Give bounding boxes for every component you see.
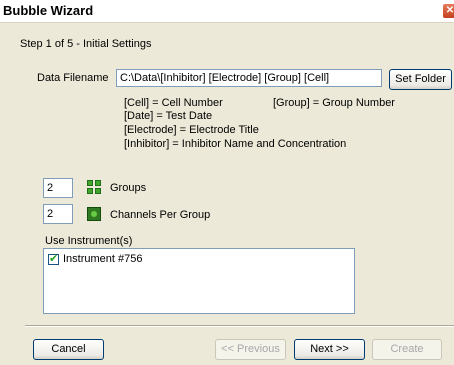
data-filename-label: Data Filename — [37, 72, 109, 84]
legend-cell: [Cell] = Cell Number — [124, 97, 223, 109]
title-bar: Bubble Wizard ✕ — [0, 0, 454, 23]
previous-button[interactable]: << Previous — [215, 339, 286, 360]
legend-electrode: [Electrode] = Electrode Title — [124, 124, 259, 136]
step-indicator: Step 1 of 5 - Initial Settings — [20, 38, 152, 50]
legend-group: [Group] = Group Number — [273, 97, 395, 109]
groups-grid-icon — [87, 180, 101, 194]
channels-per-group-label: Channels Per Group — [110, 209, 211, 221]
channel-icon — [87, 207, 101, 221]
instrument-list[interactable]: Instrument #756 — [43, 248, 355, 314]
list-item[interactable]: Instrument #756 — [48, 252, 143, 266]
legend-inhibitor: [Inhibitor] = Inhibitor Name and Concent… — [124, 138, 347, 150]
divider — [25, 325, 454, 327]
data-filename-input[interactable] — [116, 69, 382, 87]
close-icon: ✕ — [445, 5, 454, 16]
instrument-checkbox[interactable] — [48, 252, 59, 265]
groups-label: Groups — [110, 182, 147, 194]
window-title: Bubble Wizard — [3, 3, 94, 18]
cancel-button[interactable]: Cancel — [33, 339, 104, 360]
instrument-label: Instrument #756 — [63, 253, 143, 265]
use-instruments-label: Use Instrument(s) — [45, 235, 133, 247]
close-button[interactable]: ✕ — [442, 3, 454, 19]
legend-date: [Date] = Test Date — [124, 110, 213, 122]
set-folder-button[interactable]: Set Folder — [389, 69, 452, 90]
groups-count-input[interactable] — [43, 178, 73, 198]
channels-count-input[interactable] — [43, 204, 73, 224]
next-button[interactable]: Next >> — [294, 339, 365, 360]
create-button[interactable]: Create — [372, 339, 442, 360]
